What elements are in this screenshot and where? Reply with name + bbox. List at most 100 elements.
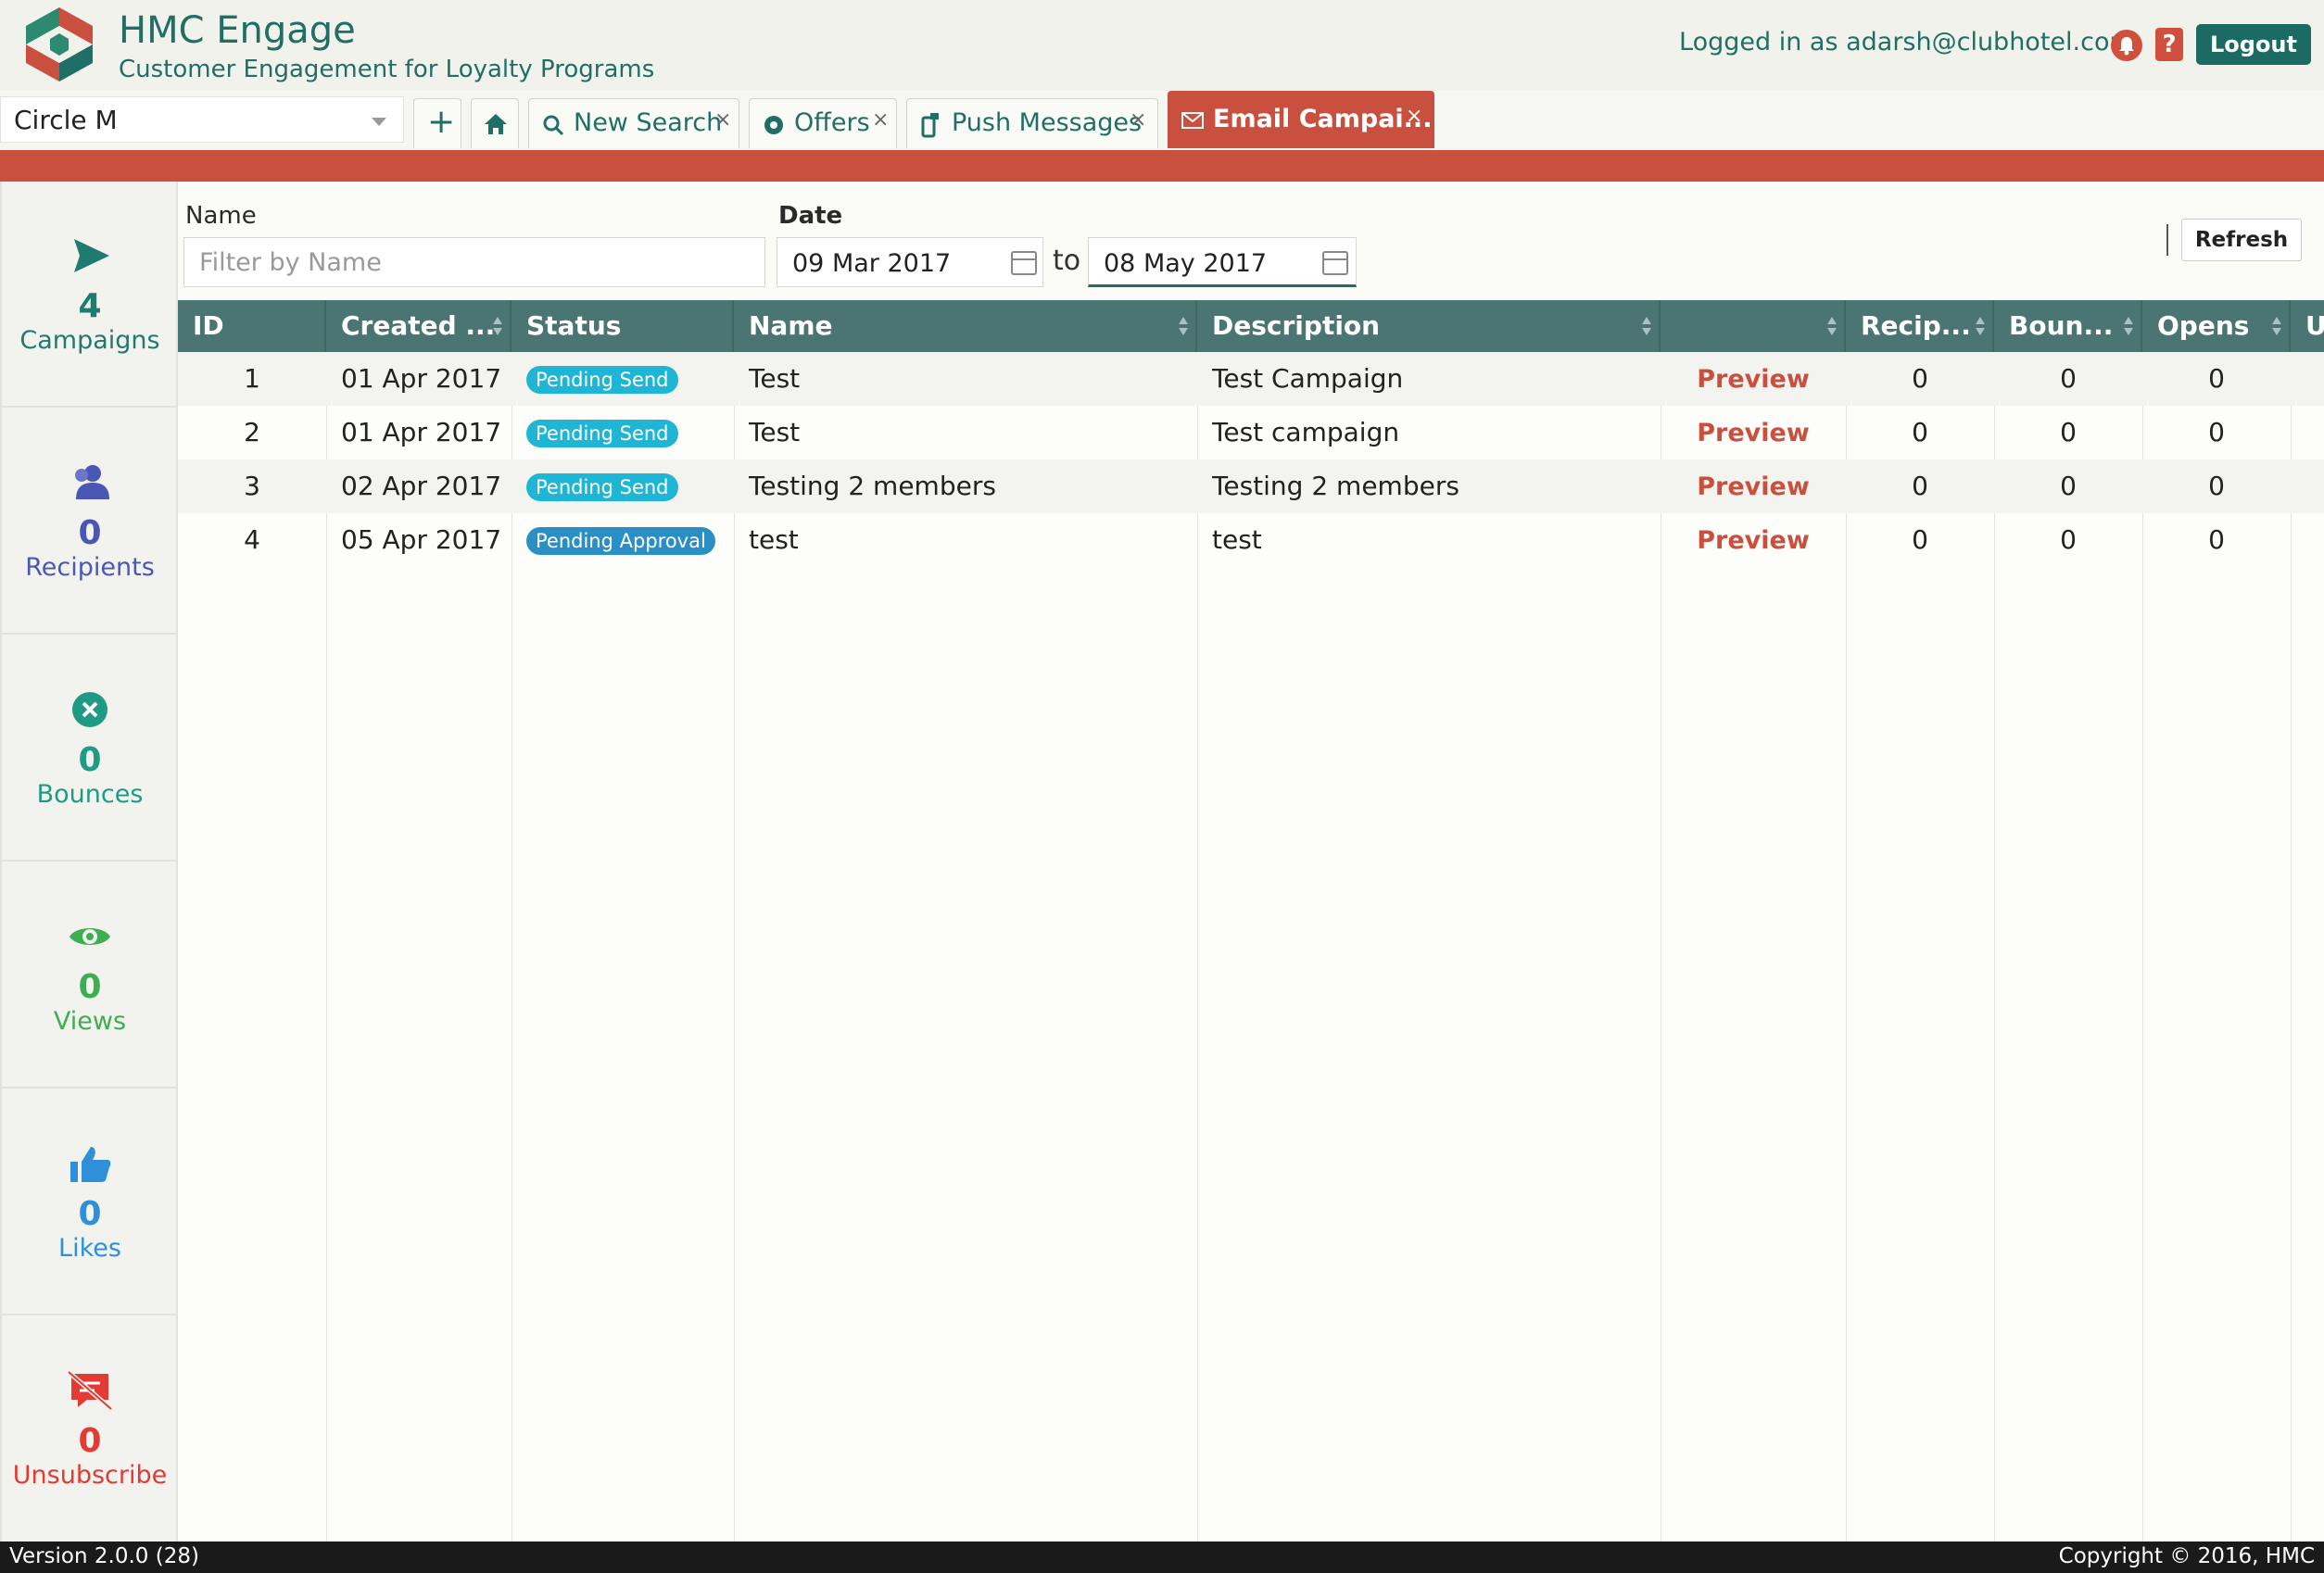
table-row[interactable]: 2 01 Apr 2017 Pending Send Test Test cam… <box>178 406 2324 459</box>
column-header-name[interactable]: Name <box>734 300 1197 352</box>
column-header-status[interactable]: Status <box>512 300 734 352</box>
cell-status: Pending Send <box>526 406 734 459</box>
cell-opens: 0 <box>2208 363 2225 394</box>
refresh-button[interactable]: Refresh <box>2181 219 2302 261</box>
home-tab-button[interactable] <box>471 98 519 148</box>
stat-value: 0 <box>78 1422 102 1460</box>
sort-icon <box>2272 317 2281 337</box>
cell-status: Pending Send <box>526 352 734 406</box>
cell-created: 05 Apr 2017 <box>341 524 502 555</box>
close-icon[interactable]: × <box>1130 108 1146 132</box>
table-row[interactable]: 3 02 Apr 2017 Pending Send Testing 2 mem… <box>178 459 2324 513</box>
cell-status: Pending Approval <box>526 513 734 567</box>
toolbar-divider <box>2166 224 2168 256</box>
cell-description: Testing 2 members <box>1212 471 1459 501</box>
close-icon[interactable]: × <box>872 108 889 132</box>
cell-recipients: 0 <box>1912 417 1928 447</box>
stat-bounces[interactable]: 0 Bounces <box>2 635 178 862</box>
accent-strip <box>0 150 2324 182</box>
preview-link[interactable]: Preview <box>1697 526 1810 555</box>
table-row[interactable]: 4 05 Apr 2017 Pending Approval test test… <box>178 513 2324 567</box>
cell-action: Preview <box>1661 459 1846 513</box>
campaigns-table: ID Created ... Status Name Description R… <box>178 300 2324 1542</box>
column-header-bounces[interactable]: Boun... <box>1994 300 2142 352</box>
cell-recipients: 0 <box>1912 471 1928 501</box>
users-icon <box>75 465 109 499</box>
table-header: ID Created ... Status Name Description R… <box>178 300 2324 352</box>
column-header-created[interactable]: Created ... <box>326 300 512 352</box>
cell-description: Test Campaign <box>1212 363 1404 394</box>
date-from-value: 09 Mar 2017 <box>792 249 952 278</box>
stat-label: Bounces <box>36 780 144 809</box>
cell-description: Test campaign <box>1212 417 1400 447</box>
cell-action: Preview <box>1661 352 1846 406</box>
help-icon[interactable]: ? <box>2155 28 2183 61</box>
notification-bell-icon[interactable] <box>2111 30 2142 61</box>
status-badge: Pending Send <box>526 420 678 447</box>
column-header-description[interactable]: Description <box>1197 300 1661 352</box>
footer: Version 2.0.0 (28) Copyright © 2016, HMC <box>0 1542 2324 1573</box>
thumbs-up-icon <box>70 1147 111 1182</box>
column-header-recipients[interactable]: Recip... <box>1846 300 1994 352</box>
unsubscribe-icon <box>67 1370 113 1411</box>
cell-recipients: 0 <box>1912 363 1928 394</box>
send-icon <box>74 239 109 272</box>
close-icon[interactable]: × <box>1406 105 1422 128</box>
cell-action: Preview <box>1661 513 1846 567</box>
circle-select[interactable]: Circle M <box>0 96 404 143</box>
stat-unsubscribe[interactable]: 0 Unsubscribe <box>2 1316 178 1542</box>
preview-link[interactable]: Preview <box>1697 365 1810 394</box>
table-row[interactable]: 1 01 Apr 2017 Pending Send Test Test Cam… <box>178 352 2324 406</box>
app-subtitle: Customer Engagement for Loyalty Programs <box>119 56 655 83</box>
cell-status: Pending Send <box>526 459 734 513</box>
chevron-down-icon <box>372 118 386 126</box>
date-to-value: 08 May 2017 <box>1104 249 1268 278</box>
tab-email-campaigns[interactable]: Email Campai... × <box>1168 91 1434 148</box>
copyright-text: Copyright © 2016, HMC <box>2058 1544 2315 1568</box>
stat-campaigns[interactable]: 4 Campaigns <box>2 182 178 408</box>
name-filter-input[interactable] <box>183 237 765 287</box>
calendar-icon[interactable] <box>1322 251 1348 275</box>
cell-bounces: 0 <box>2060 471 2077 501</box>
stat-value: 0 <box>78 741 102 779</box>
stat-value: 4 <box>78 287 102 325</box>
logout-button[interactable]: Logout <box>2196 24 2311 65</box>
date-from-field[interactable]: 09 Mar 2017 <box>777 237 1043 287</box>
column-header-opens[interactable]: Opens <box>2142 300 2291 352</box>
sort-icon <box>2124 317 2133 337</box>
tab-new-search[interactable]: New Search × <box>528 98 739 148</box>
cell-opens: 0 <box>2208 524 2225 555</box>
column-header-actions[interactable] <box>1661 300 1846 352</box>
stat-label: Campaigns <box>19 326 160 355</box>
stat-views[interactable]: 0 Views <box>2 862 178 1089</box>
stat-likes[interactable]: 0 Likes <box>2 1089 178 1315</box>
preview-link[interactable]: Preview <box>1697 419 1810 447</box>
cell-id: 4 <box>244 524 260 555</box>
cell-name: Test <box>749 363 801 394</box>
cell-bounces: 0 <box>2060 363 2077 394</box>
stat-value: 0 <box>78 968 102 1006</box>
stat-value: 0 <box>78 1195 102 1233</box>
version-text: Version 2.0.0 (28) <box>9 1544 199 1568</box>
cell-name: Test <box>749 417 801 447</box>
tab-offers[interactable]: Offers × <box>749 98 897 148</box>
tab-push-messages[interactable]: Push Messages × <box>906 98 1158 148</box>
preview-link[interactable]: Preview <box>1697 472 1810 501</box>
calendar-icon[interactable] <box>1011 251 1037 275</box>
close-icon[interactable]: × <box>714 108 731 132</box>
column-header-id[interactable]: ID <box>178 300 326 352</box>
x-circle-icon <box>72 692 107 727</box>
column-header-unsubscribes[interactable]: U <box>2291 300 2324 352</box>
tab-label: Push Messages <box>952 108 1143 137</box>
stat-label: Recipients <box>25 553 155 582</box>
date-range-separator: to <box>1053 245 1081 277</box>
add-tab-button[interactable]: + <box>413 98 461 148</box>
date-to-field[interactable]: 08 May 2017 <box>1088 237 1357 287</box>
cell-created: 01 Apr 2017 <box>341 363 502 394</box>
stat-recipients[interactable]: 0 Recipients <box>2 409 178 635</box>
status-badge: Pending Approval <box>526 527 715 555</box>
tab-label: Email Campai... <box>1213 105 1433 133</box>
cell-id: 3 <box>244 471 260 501</box>
status-badge: Pending Send <box>526 473 678 501</box>
phone-icon <box>921 113 939 138</box>
